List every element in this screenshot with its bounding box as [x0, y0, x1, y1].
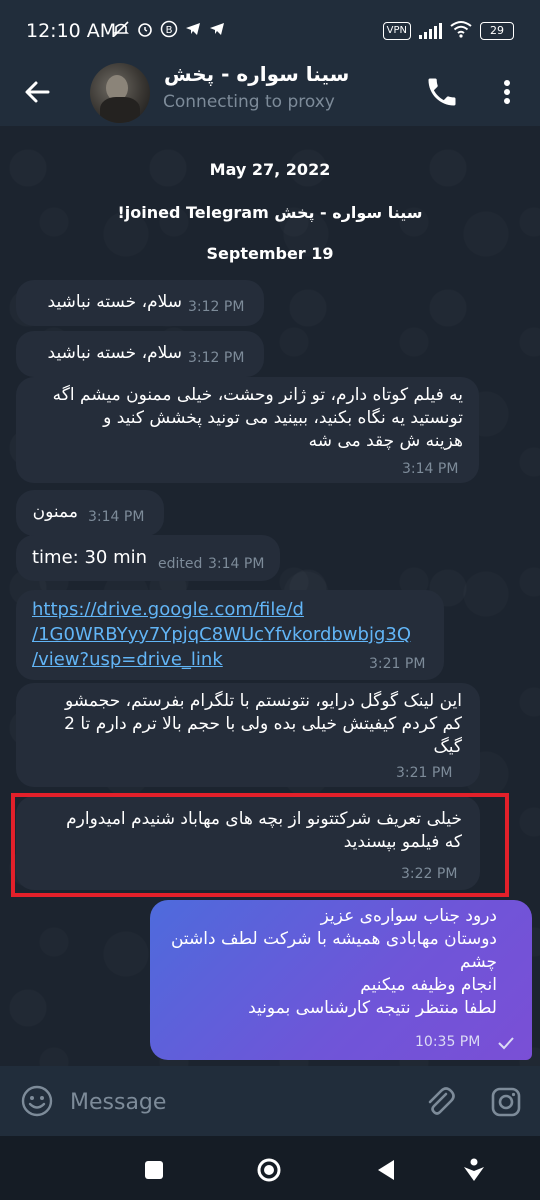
- status-bar: 12:10 AM B VPN 29: [0, 0, 540, 60]
- message-text: چشم: [460, 952, 497, 972]
- message-time: 3:14 PM: [402, 461, 459, 477]
- chat-subtitle: Connecting to proxy: [163, 92, 335, 112]
- emoji-button[interactable]: [20, 1084, 54, 1118]
- signal-icon: [419, 23, 442, 39]
- attach-button[interactable]: [422, 1084, 458, 1120]
- message-input[interactable]: [68, 1084, 402, 1120]
- message-time: 3:21 PM: [396, 765, 453, 781]
- back-arrow-icon: [25, 81, 50, 103]
- more-button[interactable]: [492, 74, 522, 110]
- date-header: May 27, 2022: [209, 160, 331, 179]
- message-text: ممنون: [32, 502, 78, 522]
- accessibility-icon: [464, 1158, 484, 1181]
- call-button[interactable]: [424, 74, 460, 110]
- message-time: 3:12 PM: [188, 350, 245, 366]
- b-app-icon: B: [160, 20, 178, 38]
- drive-link[interactable]: /view?usp=drive_link: [32, 648, 223, 672]
- status-system-icons: VPN 29: [382, 20, 514, 42]
- outgoing-message-bubble[interactable]: درود جناب سواره‌ی عزیز دوستان مهابادی هم…: [150, 900, 532, 1060]
- message-text: سلام، خسته نباشید: [47, 292, 182, 312]
- checkmark-icon: [498, 1037, 514, 1050]
- message-text: لطفا منتظر نتیجه کارشناسی بمونید: [248, 998, 497, 1018]
- avatar[interactable]: [90, 63, 150, 123]
- highlight-annotation: [11, 793, 509, 897]
- back-nav-button[interactable]: [372, 1156, 400, 1184]
- message-text: دوستان مهابادی همیشه با شرکت لطف داشتن: [170, 929, 497, 949]
- drive-link[interactable]: /1G0WRBYyy7YpjqC8WUcYfvkordbwbjg3Q: [32, 623, 411, 647]
- message-bubble[interactable]: time: 30 min edited 3:14 PM: [16, 535, 280, 581]
- back-button[interactable]: [20, 74, 56, 110]
- camera-icon: [491, 1087, 521, 1117]
- more-vertical-icon: [504, 80, 510, 104]
- wifi-icon: [450, 20, 472, 42]
- message-text: سلام، خسته نباشید: [47, 343, 182, 363]
- message-bubble[interactable]: یه فیلم کوتاه دارم، تو ژانر وحشت، خیلی م…: [16, 377, 479, 483]
- recent-apps-button[interactable]: [140, 1156, 168, 1184]
- message-bubble[interactable]: https://drive.google.com/file/d /1G0WRBY…: [16, 590, 444, 680]
- message-text: انجام وظیفه میکنیم: [360, 975, 497, 995]
- message-time: 10:35 PM: [415, 1034, 481, 1050]
- service-message: سینا سواره - پخش joined Telegram!: [117, 203, 423, 222]
- edited-label: edited: [158, 556, 203, 572]
- message-time: 3:14 PM: [88, 509, 145, 525]
- telegram-icon-2: [208, 20, 226, 38]
- message-text: time: 30 min: [32, 547, 148, 568]
- circle-icon: [257, 1158, 281, 1182]
- message-bubble[interactable]: این لینک گوگل درایو، نتونستم با تلگرام ب…: [16, 683, 480, 787]
- mute-icon: [112, 20, 130, 38]
- telegram-icon: [184, 20, 202, 38]
- message-text: این لینک گوگل درایو، نتونستم با تلگرام ب…: [64, 691, 462, 757]
- chat-header: سینا سواره - پخش Connecting to proxy: [0, 60, 540, 126]
- accessibility-button[interactable]: [460, 1156, 488, 1184]
- alarm-icon: [136, 20, 154, 38]
- triangle-icon: [378, 1160, 394, 1180]
- status-notification-icons: B: [112, 20, 226, 38]
- paperclip-icon: [428, 1087, 455, 1115]
- chat-title[interactable]: سینا سواره - پخش: [164, 62, 349, 86]
- emoji-icon: [21, 1085, 53, 1117]
- phone-icon: [428, 78, 456, 106]
- message-text: یه فیلم کوتاه دارم، تو ژانر وحشت، خیلی م…: [52, 385, 463, 451]
- drive-link[interactable]: https://drive.google.com/file/d: [32, 598, 304, 622]
- message-bubble[interactable]: ممنون 3:14 PM: [16, 490, 164, 536]
- message-bubble[interactable]: سلام، خسته نباشید 3:12 PM: [16, 331, 264, 377]
- status-time: 12:10 AM: [26, 20, 117, 42]
- system-navigation-bar: [0, 1136, 540, 1200]
- vpn-badge: VPN: [382, 22, 411, 40]
- message-input-bar: [0, 1066, 540, 1136]
- camera-button[interactable]: [488, 1084, 524, 1120]
- message-time: 3:12 PM: [188, 299, 245, 315]
- message-text: درود جناب سواره‌ی عزیز: [320, 906, 497, 926]
- message-bubble[interactable]: سلام، خسته نباشید 3:12 PM: [16, 280, 264, 326]
- date-header: September 19: [206, 244, 334, 263]
- square-icon: [145, 1161, 163, 1179]
- message-time: 3:21 PM: [369, 656, 426, 672]
- battery-icon: 29: [480, 22, 514, 40]
- home-button[interactable]: [255, 1156, 283, 1184]
- svg-text:B: B: [166, 25, 173, 36]
- message-time: 3:14 PM: [208, 556, 265, 572]
